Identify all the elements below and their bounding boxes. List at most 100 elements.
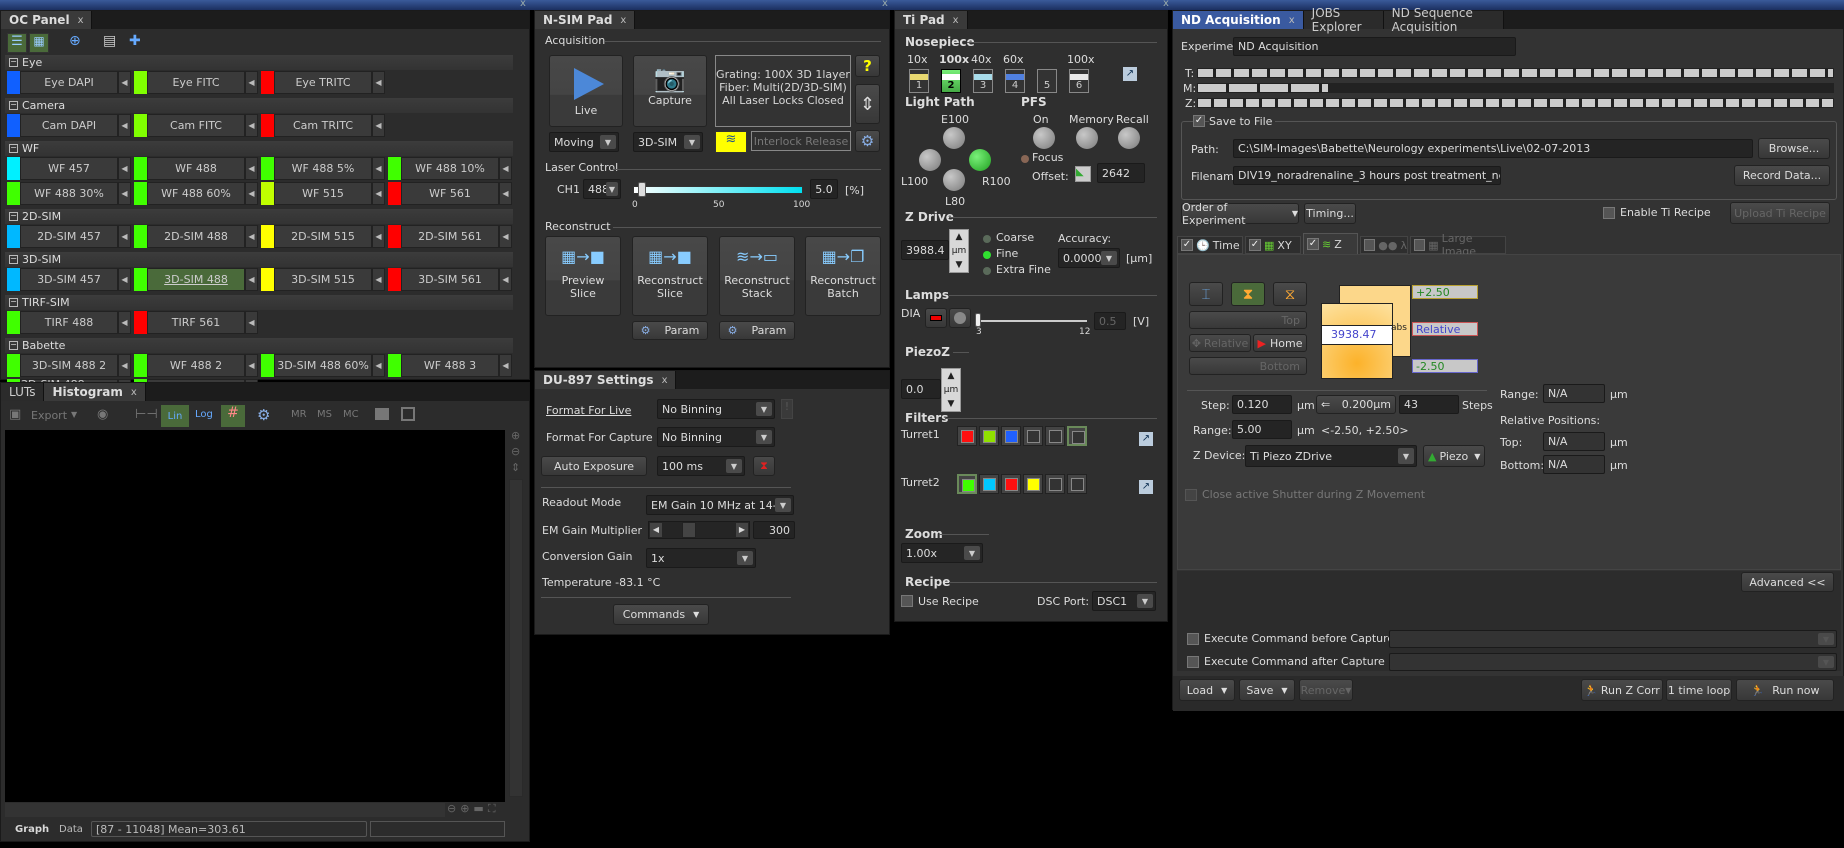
offset-input[interactable]: 2642 bbox=[1097, 163, 1145, 183]
oc-button[interactable]: WF 488 60% bbox=[147, 182, 245, 205]
collapse-icon[interactable]: − bbox=[9, 58, 18, 67]
oc-button[interactable]: 2D-SIM 488 bbox=[147, 225, 245, 248]
load-button[interactable]: Load▼ bbox=[1179, 679, 1235, 701]
tab-histogram[interactable]: Histogramx bbox=[44, 383, 145, 401]
oc-button[interactable]: WF 561 bbox=[401, 182, 499, 205]
exec-before-select[interactable]: ▼ bbox=[1389, 630, 1837, 648]
param-button-stack[interactable]: ⚙Param bbox=[719, 321, 795, 340]
oc-section-header[interactable]: −Babette bbox=[5, 338, 513, 353]
oc-menu-arrow[interactable]: ◀ bbox=[372, 114, 385, 137]
reconstruct-button-0[interactable]: ▦→■PreviewSlice bbox=[545, 236, 621, 316]
exposure-reset-button[interactable]: ⧗ bbox=[753, 456, 775, 476]
capture-mode-select[interactable]: 3D-SIM▼ bbox=[633, 132, 703, 152]
collapse-icon[interactable]: − bbox=[9, 101, 18, 110]
light-path-l100[interactable] bbox=[919, 149, 941, 171]
oc-section-header[interactable]: −2D-SIM bbox=[5, 209, 513, 224]
close-icon[interactable]: x bbox=[78, 15, 84, 26]
oc-menu-arrow[interactable]: ◀ bbox=[118, 71, 131, 94]
export-button[interactable]: Export bbox=[31, 409, 67, 422]
optical-configuration[interactable]: WF 561◀ bbox=[388, 182, 512, 205]
optical-configuration[interactable]: TIRF 488◀ bbox=[7, 311, 131, 334]
optical-configuration[interactable]: 3D-SIM 488 60%◀ bbox=[261, 354, 385, 377]
oc-menu-arrow[interactable]: ◀ bbox=[245, 157, 258, 180]
optical-configuration[interactable]: WF 488 30%◀ bbox=[7, 182, 131, 205]
optical-configuration[interactable]: Eye DAPI◀ bbox=[7, 71, 131, 94]
oc-section-header[interactable]: −Eye bbox=[5, 55, 513, 70]
run-now-button[interactable]: 🏃Run now bbox=[1736, 679, 1834, 701]
oc-menu-arrow[interactable]: ◀ bbox=[118, 354, 131, 377]
optical-configuration[interactable]: 2D-SIM 515◀ bbox=[261, 225, 385, 248]
oc-section-header[interactable]: −TIRF-SIM bbox=[5, 295, 513, 310]
oc-button[interactable]: WF 515 bbox=[274, 182, 372, 205]
window-icon[interactable] bbox=[375, 408, 389, 420]
relative-button[interactable]: ✥Relative bbox=[1189, 334, 1251, 352]
horizontal-scrollbar[interactable] bbox=[5, 803, 445, 817]
dsc-port-select[interactable]: DSC1▼ bbox=[1092, 591, 1156, 611]
popout-icon[interactable]: ↗ bbox=[1123, 67, 1137, 81]
close-icon[interactable]: x bbox=[1163, 0, 1169, 9]
reconstruct-button-2[interactable]: ≋→▭ReconstructStack bbox=[719, 236, 795, 316]
collapse-icon[interactable]: − bbox=[9, 255, 18, 264]
live-mode-select[interactable]: Moving▼ bbox=[549, 132, 619, 152]
tab-nd-acquisition[interactable]: ND Acquisitionx bbox=[1173, 11, 1304, 29]
slider-thumb[interactable] bbox=[975, 313, 981, 327]
close-icon[interactable]: x bbox=[520, 0, 526, 9]
piezo-button[interactable]: ▲Piezo▼ bbox=[1423, 445, 1485, 467]
zoom-in-icon[interactable]: ⊕ bbox=[511, 429, 520, 442]
tab-z[interactable]: ✓≋Z bbox=[1303, 233, 1358, 254]
fit-vertical-icon[interactable]: ⇕ bbox=[511, 461, 520, 474]
fine-label[interactable]: Fine bbox=[996, 247, 1018, 260]
lamp-slider-track[interactable] bbox=[977, 320, 1087, 322]
light-path-r100[interactable] bbox=[969, 149, 991, 171]
mc-button[interactable]: MC bbox=[343, 409, 359, 420]
extra-fine-led[interactable] bbox=[983, 267, 991, 275]
reconstruct-button-3[interactable]: ▦→❐ReconstructBatch bbox=[805, 236, 881, 316]
optical-configuration[interactable]: Cam DAPI◀ bbox=[7, 114, 131, 137]
optical-configuration[interactable]: WF 488 60%◀ bbox=[134, 182, 258, 205]
steps-input[interactable]: 43 bbox=[1399, 395, 1459, 414]
graph-zoom-icons[interactable]: ⊖⊕▬⛶ bbox=[447, 802, 500, 816]
oc-menu-arrow[interactable]: ◀ bbox=[499, 354, 512, 377]
tab-nd-sequence[interactable]: ND Sequence Acquisition bbox=[1384, 11, 1504, 29]
oc-menu-arrow[interactable]: ◀ bbox=[499, 268, 512, 291]
oc-menu-arrow[interactable]: ◀ bbox=[245, 225, 258, 248]
format-capture-select[interactable]: No Binning▼ bbox=[657, 427, 775, 447]
remove-button[interactable]: Remove▼ bbox=[1299, 679, 1353, 701]
exec-after-select[interactable]: ▼ bbox=[1389, 653, 1837, 671]
vertical-scrollbar[interactable] bbox=[509, 479, 523, 797]
oc-button[interactable]: WF 488 2 bbox=[147, 354, 245, 377]
suggested-step-button[interactable]: ⇐0.200µm bbox=[1316, 395, 1396, 414]
param-button-slice[interactable]: ⚙Param bbox=[632, 321, 708, 340]
oc-menu-arrow[interactable]: ◀ bbox=[118, 157, 131, 180]
objective-5[interactable]: 5 bbox=[1037, 69, 1057, 93]
optical-configuration[interactable]: Eye FITC◀ bbox=[134, 71, 258, 94]
range-input[interactable]: 5.00 bbox=[1232, 420, 1292, 439]
optical-configuration[interactable]: WF 488 2◀ bbox=[134, 354, 258, 377]
oc-menu-arrow[interactable]: ◀ bbox=[245, 182, 258, 205]
tab-nsim-pad[interactable]: N-SIM Padx bbox=[535, 11, 635, 29]
filter-cube-3[interactable] bbox=[1001, 426, 1021, 446]
format-live-link[interactable]: Format For Live bbox=[546, 404, 631, 417]
oc-button[interactable]: TIRF 561 bbox=[147, 311, 245, 334]
oc-section-header[interactable]: −3D-SIM bbox=[5, 252, 513, 267]
oc-button[interactable]: 3D-SIM 515 bbox=[274, 268, 372, 291]
zoom-out-icon[interactable]: ⊖ bbox=[511, 445, 520, 458]
timing-button[interactable]: Timing... bbox=[1304, 203, 1356, 224]
optical-configuration[interactable]: 3D-SIM 515◀ bbox=[261, 268, 385, 291]
list-view-icon[interactable]: ☰ bbox=[7, 33, 27, 53]
laser-power-slider[interactable] bbox=[633, 186, 803, 194]
oc-menu-arrow[interactable]: ◀ bbox=[118, 268, 131, 291]
offset-toggle[interactable]: ◣ bbox=[1075, 166, 1091, 182]
collapse-icon[interactable]: − bbox=[9, 212, 18, 221]
oc-button[interactable]: Eye TRITC bbox=[274, 71, 372, 94]
oc-button[interactable]: Eye FITC bbox=[147, 71, 245, 94]
exec-after-checkbox[interactable] bbox=[1187, 656, 1199, 668]
oc-settings-icon[interactable]: ▤ bbox=[103, 33, 116, 49]
order-of-experiment-button[interactable]: Order of Experiment▼ bbox=[1181, 203, 1299, 224]
gear-icon[interactable]: ⚙ bbox=[257, 406, 270, 424]
oc-menu-arrow[interactable]: ◀ bbox=[499, 182, 512, 205]
optical-configuration[interactable]: Eye TRITC◀ bbox=[261, 71, 385, 94]
tab-lambda[interactable]: ●●λ bbox=[1360, 236, 1408, 254]
piezo-position-input[interactable]: 0.0 bbox=[901, 379, 941, 399]
oc-menu-arrow[interactable]: ◀ bbox=[118, 311, 131, 334]
